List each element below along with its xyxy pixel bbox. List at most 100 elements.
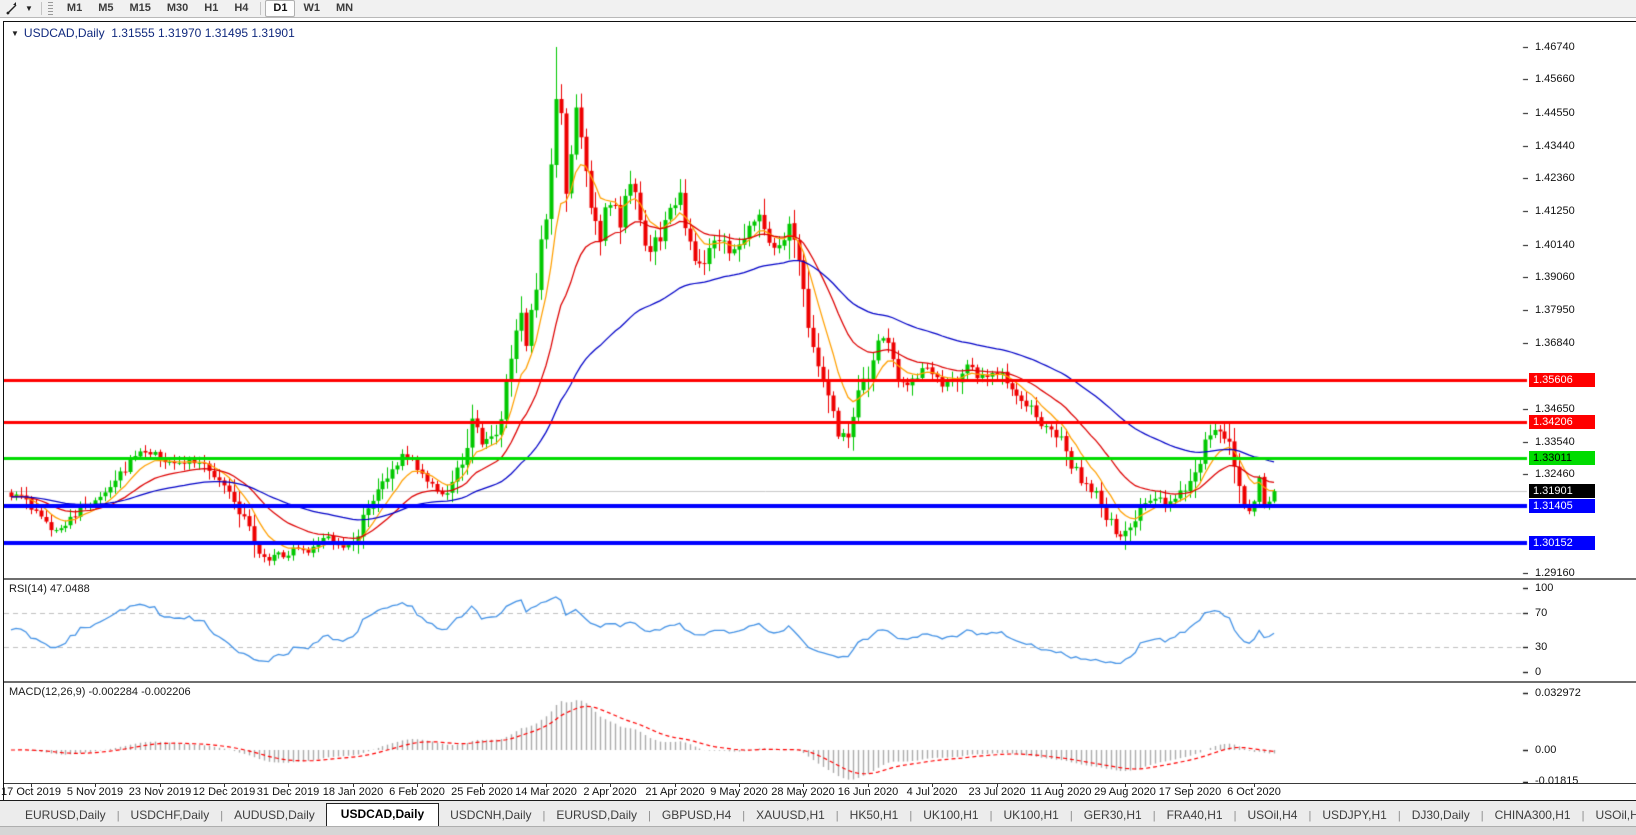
timeframe-button-m15[interactable]: M15 — [121, 0, 158, 17]
tab-eurusd-daily[interactable]: EURUSD,Daily — [14, 805, 117, 826]
toolbar-grip-handle[interactable] — [48, 2, 53, 15]
price-panel: ▼ USDCAD,Daily 1.31555 1.31970 1.31495 1… — [4, 22, 1636, 580]
rsi-label: RSI(14) 47.0488 — [9, 583, 90, 595]
date-label: 16 Jun 2020 — [838, 786, 899, 798]
date-label: 6 Oct 2020 — [1227, 786, 1281, 798]
tab-usdchf-daily[interactable]: USDCHF,Daily — [120, 805, 221, 826]
tab-audusd-daily[interactable]: AUDUSD,Daily — [223, 805, 326, 826]
date-label: 18 Jan 2020 — [323, 786, 384, 798]
price-tick: 1.34650 — [1535, 403, 1575, 415]
tab-usdcnh-daily[interactable]: USDCNH,Daily — [439, 805, 542, 826]
date-label: 2 Apr 2020 — [583, 786, 636, 798]
tab-usoil-h4[interactable]: USOil,H4 — [1236, 805, 1308, 826]
price-level-badge: 1.30152 — [1529, 536, 1595, 550]
rsi-tick: 0 — [1535, 666, 1541, 678]
timeframe-button-h1[interactable]: H1 — [196, 0, 226, 17]
date-label: 6 Feb 2020 — [389, 786, 445, 798]
timeframe-toolbar: ▼ M1M5M15M30H1H4 D1W1MN — [0, 0, 1636, 18]
price-tick: 1.39060 — [1535, 271, 1575, 283]
rsi-canvas[interactable] — [4, 580, 1528, 681]
price-tick: 1.36840 — [1535, 337, 1575, 349]
macd-label: MACD(12,26,9) -0.002284 -0.002206 — [9, 686, 191, 698]
tab-usdjpy-h1[interactable]: USDJPY,H1 — [1311, 805, 1397, 826]
dropdown-caret-icon[interactable]: ▼ — [22, 4, 36, 13]
date-label: 4 Jul 2020 — [907, 786, 958, 798]
toolbar-separator — [41, 2, 42, 15]
chart-window: ▼ USDCAD,Daily 1.31555 1.31970 1.31495 1… — [3, 21, 1636, 800]
price-tick: 1.37950 — [1535, 304, 1575, 316]
date-label: 17 Oct 2019 — [1, 786, 61, 798]
date-label: 5 Nov 2019 — [67, 786, 123, 798]
date-label: 23 Nov 2019 — [129, 786, 191, 798]
price-level-badge: 1.31901 — [1529, 484, 1595, 498]
tab-eurusd-daily[interactable]: EURUSD,Daily — [545, 805, 648, 826]
collapse-triangle-icon[interactable]: ▼ — [11, 29, 19, 38]
tab-usdcad-daily[interactable]: USDCAD,Daily — [326, 803, 439, 826]
tab-uk100-h1[interactable]: UK100,H1 — [912, 805, 989, 826]
tab-china300-h1[interactable]: CHINA300,H1 — [1484, 805, 1582, 826]
drawing-tool-icon[interactable] — [4, 2, 20, 16]
timeframe-button-m1[interactable]: M1 — [59, 0, 90, 17]
date-label: 31 Dec 2019 — [257, 786, 319, 798]
price-tick: 1.29160 — [1535, 567, 1575, 579]
rsi-tick: 70 — [1535, 607, 1547, 619]
tab-gbpusd-h4[interactable]: GBPUSD,H4 — [651, 805, 742, 826]
date-label: 28 May 2020 — [771, 786, 835, 798]
date-label: 21 Apr 2020 — [645, 786, 704, 798]
date-label: 14 Mar 2020 — [515, 786, 577, 798]
timeframe-button-m5[interactable]: M5 — [90, 0, 121, 17]
tab-fra40-h1[interactable]: FRA40,H1 — [1156, 805, 1234, 826]
price-tick: 1.45660 — [1535, 73, 1575, 85]
rsi-axis: 100 70 30 0 — [1529, 580, 1636, 681]
price-tick: 1.33540 — [1535, 436, 1575, 448]
timeframe-button-h4[interactable]: H4 — [226, 0, 256, 17]
price-tick: 1.41250 — [1535, 205, 1575, 217]
tab-xauusd-h1[interactable]: XAUUSD,H1 — [745, 805, 836, 826]
rsi-panel: RSI(14) 47.0488 100 70 30 0 — [4, 580, 1636, 683]
date-axis: 17 Oct 2019 5 Nov 2019 23 Nov 201912 Dec 2… — [4, 784, 1636, 800]
status-strip — [0, 826, 1636, 835]
price-level-badge: 1.33011 — [1529, 451, 1595, 465]
price-tick: 1.32460 — [1535, 468, 1575, 480]
timeframe-buttons: M1M5M15M30H1H4 D1W1MN — [59, 0, 361, 17]
price-tick: 1.42360 — [1535, 172, 1575, 184]
tab-hk50-h1[interactable]: HK50,H1 — [839, 805, 910, 826]
toolbar-separator — [260, 2, 261, 15]
rsi-tick: 30 — [1535, 641, 1547, 653]
chart-title-text: USDCAD,Daily 1.31555 1.31970 1.31495 1.3… — [24, 26, 295, 40]
price-level-badge: 1.34206 — [1529, 415, 1595, 429]
trading-terminal: ▼ M1M5M15M30H1H4 D1W1MN ▼ USDCAD,Daily 1.… — [0, 0, 1636, 835]
price-tick: 1.46740 — [1535, 41, 1575, 53]
timeframe-button-d1[interactable]: D1 — [265, 0, 295, 17]
chart-tabs: EURUSD,Daily|USDCHF,Daily|AUDUSD,DailyUS… — [14, 803, 1636, 826]
price-tick: 1.43440 — [1535, 140, 1575, 152]
tab-usoil-h1[interactable]: USOil,H1 — [1584, 805, 1636, 826]
price-level-badge: 1.35606 — [1529, 373, 1595, 387]
macd-tick: 0.032972 — [1535, 687, 1581, 699]
tab-ger30-h1[interactable]: GER30,H1 — [1073, 805, 1153, 826]
date-label: 23 Jul 2020 — [969, 786, 1026, 798]
tab-dj30-daily[interactable]: DJ30,Daily — [1401, 805, 1481, 826]
chart-tab-bar: EURUSD,Daily|USDCHF,Daily|AUDUSD,DailyUS… — [0, 800, 1636, 826]
date-label: 12 Dec 2019 — [193, 786, 255, 798]
date-label: 11 Aug 2020 — [1031, 786, 1092, 798]
macd-canvas[interactable] — [4, 683, 1528, 783]
price-tick: 1.44550 — [1535, 107, 1575, 119]
macd-panel: MACD(12,26,9) -0.002284 -0.002206 0.0329… — [4, 683, 1636, 784]
chart-title: ▼ USDCAD,Daily 1.31555 1.31970 1.31495 1… — [11, 26, 295, 40]
date-label: 9 May 2020 — [710, 786, 767, 798]
macd-axis: 0.0329720.00-0.01815 — [1529, 683, 1636, 783]
timeframe-button-mn[interactable]: MN — [328, 0, 361, 17]
date-label: 29 Aug 2020 — [1094, 786, 1156, 798]
timeframe-button-w1[interactable]: W1 — [295, 0, 328, 17]
rsi-tick: 100 — [1535, 582, 1553, 594]
price-level-badge: 1.31405 — [1529, 499, 1595, 513]
macd-tick: 0.00 — [1535, 744, 1556, 756]
price-axis: 1.46740 1.45660 1.44550 1.43440 1.42360 1.412… — [1529, 22, 1636, 578]
date-label: 17 Sep 2020 — [1159, 786, 1221, 798]
date-label: 25 Feb 2020 — [451, 786, 513, 798]
timeframe-button-m30[interactable]: M30 — [159, 0, 196, 17]
price-chart-canvas[interactable] — [4, 22, 1528, 578]
price-tick: 1.40140 — [1535, 239, 1575, 251]
tab-uk100-h1[interactable]: UK100,H1 — [992, 805, 1069, 826]
